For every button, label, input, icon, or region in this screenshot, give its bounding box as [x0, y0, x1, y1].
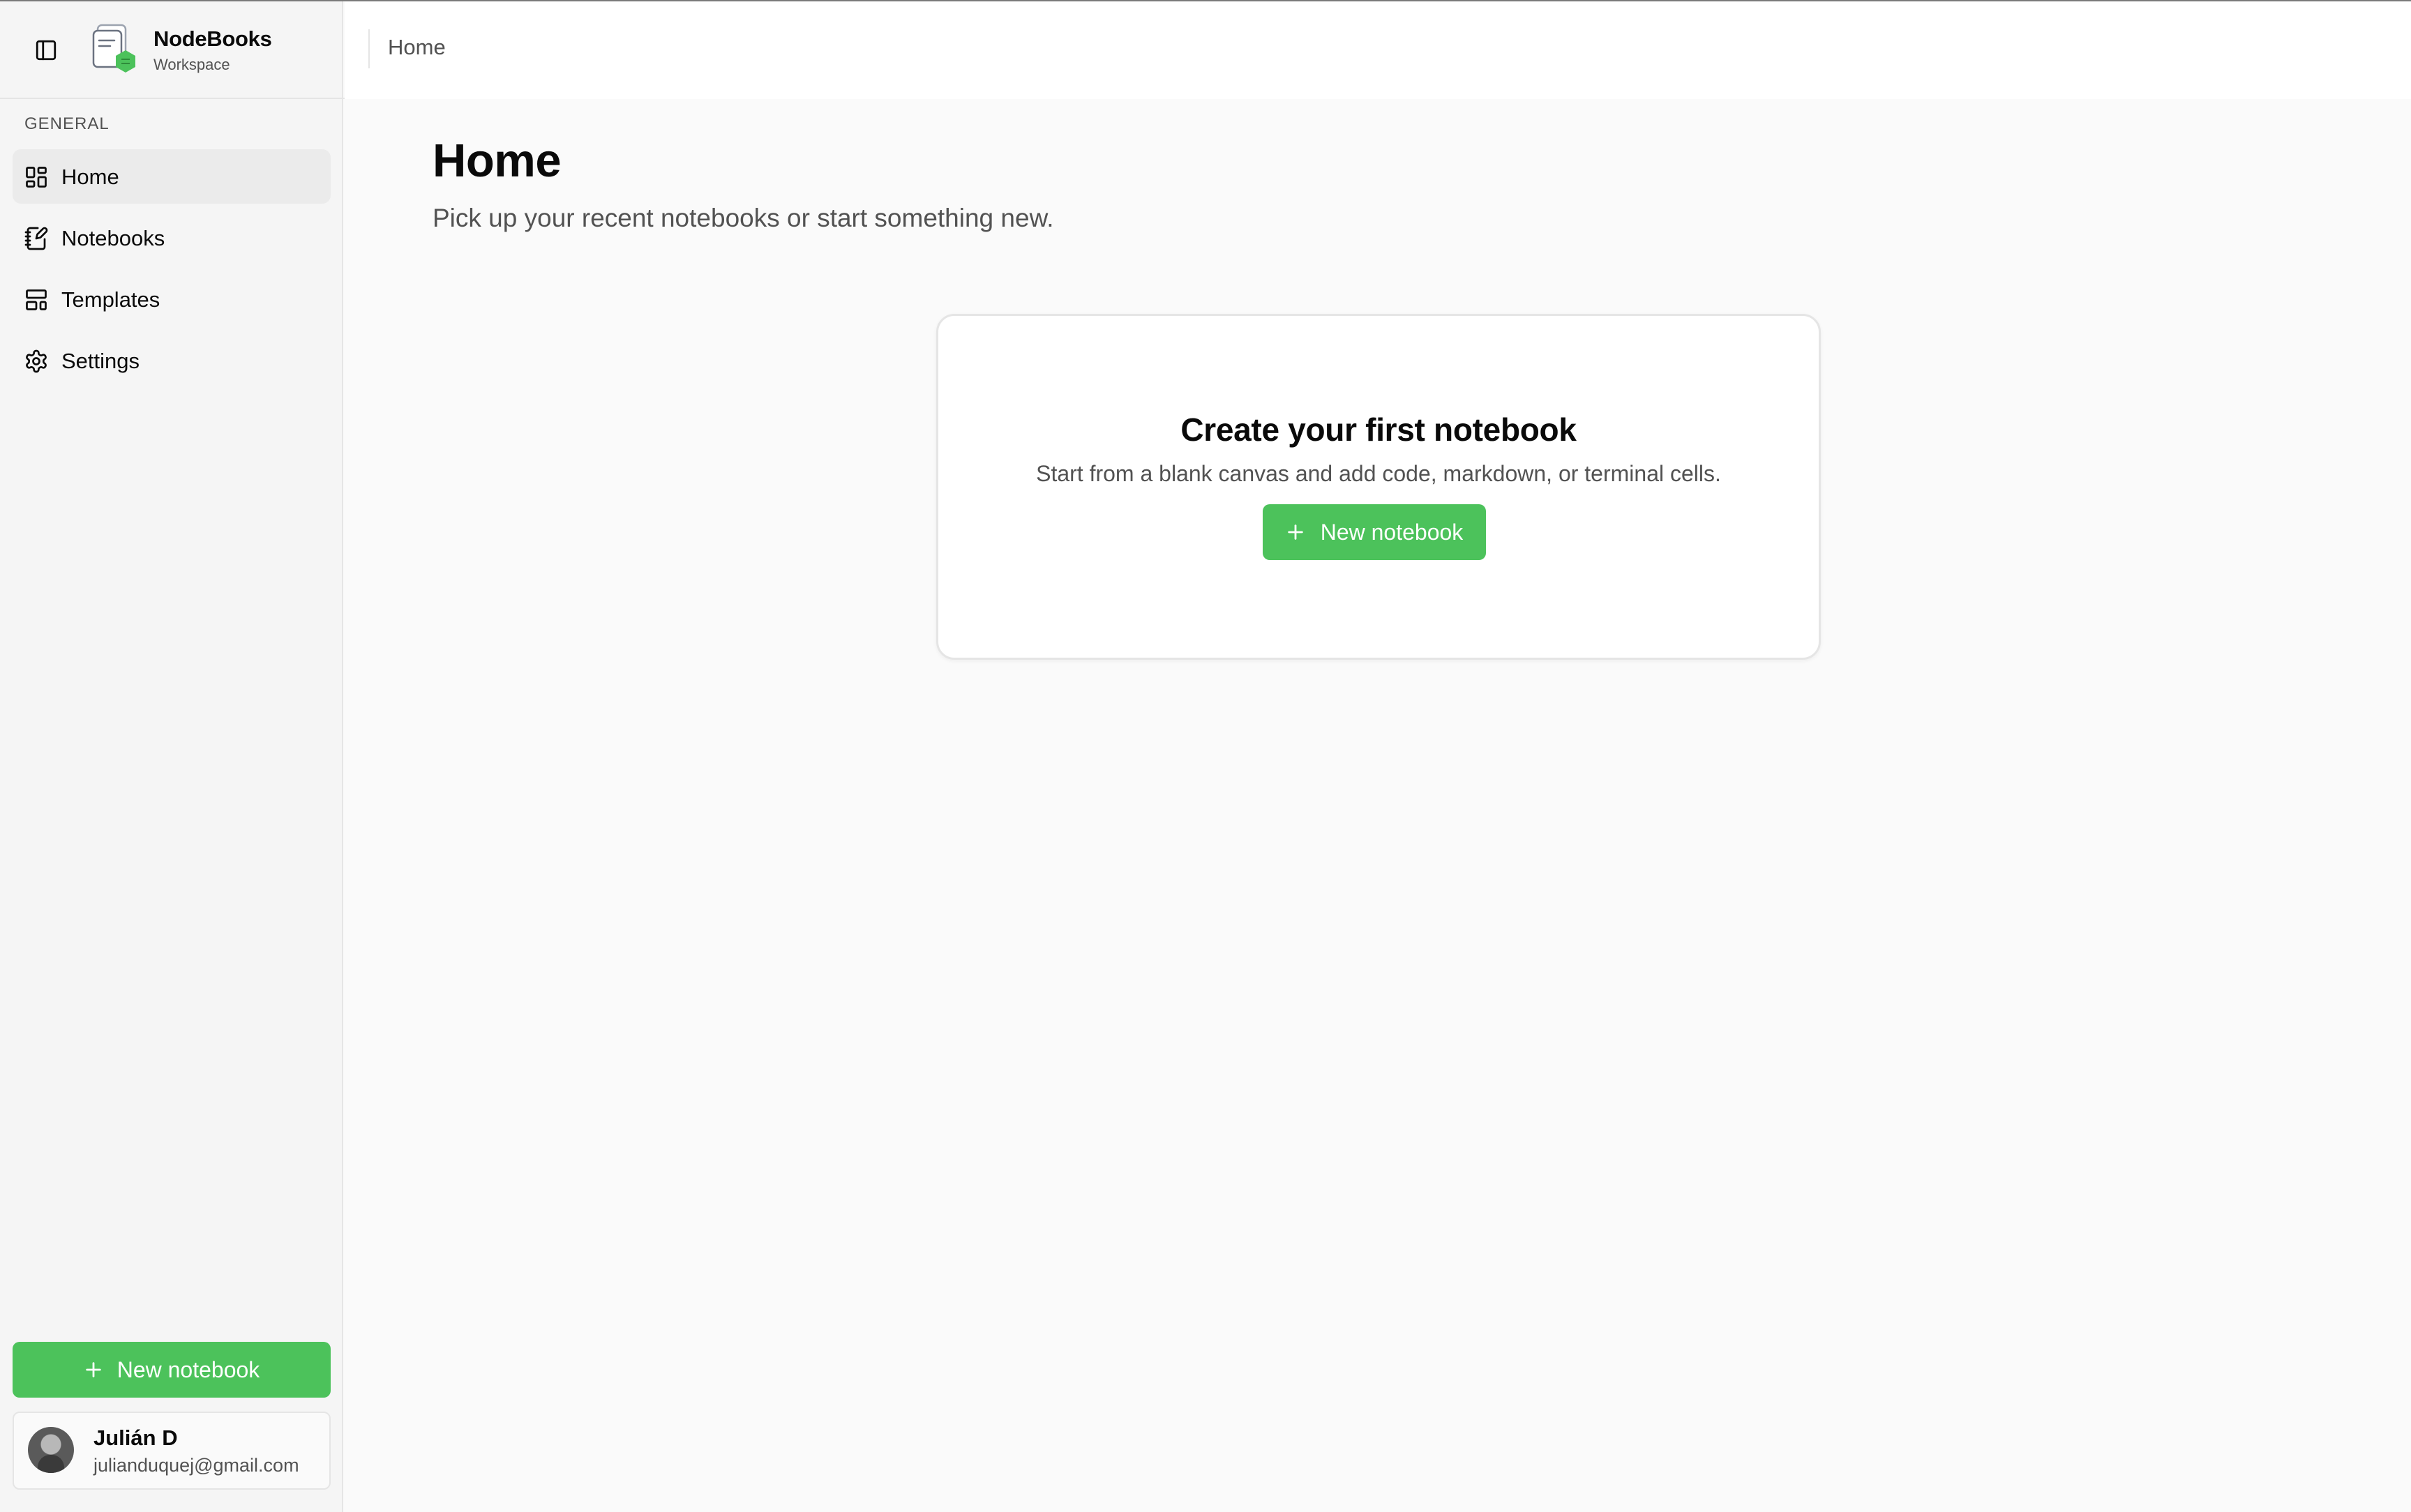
header-divider	[368, 29, 370, 68]
sidebar-header: NodeBooks Workspace	[0, 1, 354, 99]
avatar	[28, 1427, 74, 1473]
sidebar-item-templates[interactable]: Templates	[13, 272, 331, 326]
page-subtitle: Pick up your recent notebooks or start s…	[433, 204, 1054, 232]
sidebar-item-home[interactable]: Home	[13, 149, 331, 204]
main-content: Home Pick up your recent notebooks or st…	[345, 99, 2411, 1512]
empty-state-description: Start from a blank canvas and add code, …	[1036, 461, 1721, 486]
sidebar-item-label: Notebooks	[61, 226, 165, 250]
layout-dashboard-icon	[24, 165, 49, 190]
empty-state-card: Create your first notebook Start from a …	[936, 314, 1821, 660]
layout-template-icon	[24, 287, 49, 312]
notebook-pen-icon	[24, 226, 49, 251]
nav-section-label: GENERAL	[24, 114, 110, 133]
sidebar-item-label: Home	[61, 165, 119, 189]
nodebooks-logo	[91, 22, 141, 77]
sidebar-item-label: Settings	[61, 349, 140, 373]
sidebar-item-notebooks[interactable]: Notebooks	[13, 211, 331, 265]
page-title: Home	[433, 135, 562, 187]
user-name: Julián D	[93, 1426, 178, 1450]
button-label: New notebook	[1320, 519, 1464, 545]
sidebar-item-settings[interactable]: Settings	[13, 333, 331, 388]
panel-left-icon	[36, 40, 57, 61]
empty-state-title: Create your first notebook	[1180, 411, 1577, 448]
user-profile-card[interactable]: Julián D julianduquej@gmail.com	[13, 1412, 331, 1490]
sidebar-item-label: Templates	[61, 287, 160, 312]
user-email: julianduquej@gmail.com	[93, 1455, 299, 1476]
breadcrumb: Home	[388, 35, 446, 59]
sidebar: NodeBooks Workspace GENERAL Home Noteboo…	[0, 1, 354, 1512]
button-label: New notebook	[117, 1356, 260, 1382]
app-name: NodeBooks	[153, 27, 272, 51]
workspace-label: Workspace	[153, 56, 230, 73]
gear-icon	[24, 349, 49, 374]
plus-icon	[1287, 524, 1303, 540]
sidebar-toggle-button[interactable]	[28, 35, 64, 66]
new-notebook-button[interactable]: New notebook	[1263, 504, 1486, 560]
plus-icon	[85, 1362, 101, 1377]
top-header: Home	[345, 1, 2411, 99]
sidebar-new-notebook-button[interactable]: New notebook	[13, 1342, 331, 1398]
